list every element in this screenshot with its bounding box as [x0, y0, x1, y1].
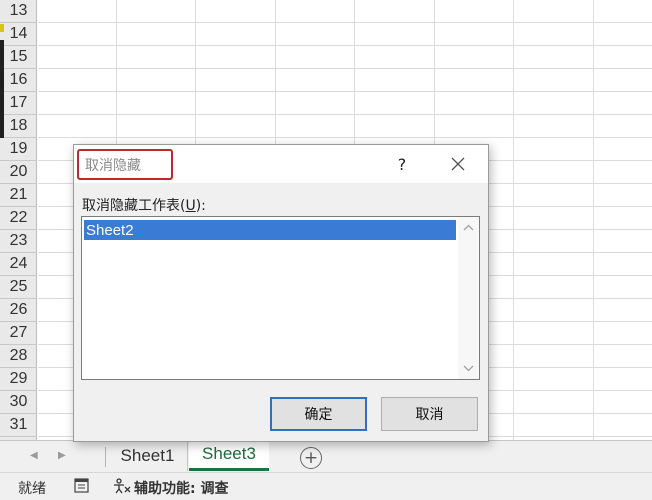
row-header-24[interactable]: 24 — [0, 253, 37, 276]
help-button[interactable]: ? — [392, 153, 412, 175]
status-ready: 就绪 — [18, 481, 46, 497]
row-header-26[interactable]: 26 — [0, 299, 37, 322]
row-header-21[interactable]: 21 — [0, 184, 37, 207]
row-header-15[interactable]: 15 — [0, 46, 37, 69]
accessibility-status[interactable]: 辅助功能: 调查 — [134, 478, 228, 498]
dialog-title: 取消隐藏 — [77, 149, 173, 180]
unhide-dialog: 取消隐藏 ? 取消隐藏工作表(U): Sheet2 确定 取消 — [73, 144, 489, 442]
tab-sheet1[interactable]: Sheet1 — [108, 441, 188, 471]
row-header-13[interactable]: 13 — [0, 0, 37, 23]
row-header-29[interactable]: 29 — [0, 368, 37, 391]
hidden-sheet-list[interactable]: Sheet2 — [81, 216, 480, 380]
cancel-button[interactable]: 取消 — [381, 397, 478, 431]
close-icon — [451, 157, 465, 171]
row-header-16[interactable]: 16 — [0, 69, 37, 92]
row-header-20[interactable]: 20 — [0, 161, 37, 184]
record-macro-icon[interactable] — [74, 478, 89, 493]
frozen-edge-marks — [0, 0, 4, 140]
tab-scroll-right-icon[interactable]: ▶ — [58, 450, 66, 461]
ok-button[interactable]: 确定 — [270, 397, 367, 431]
sheet-list-label: 取消隐藏工作表(U): — [82, 198, 206, 214]
scroll-down-icon[interactable] — [462, 363, 475, 373]
accessibility-icon[interactable] — [112, 478, 132, 494]
row-header-14[interactable]: 14 — [0, 23, 37, 46]
row-header-19[interactable]: 19 — [0, 138, 37, 161]
scroll-up-icon[interactable] — [462, 223, 475, 233]
list-scrollbar[interactable] — [458, 217, 479, 379]
list-item-sheet2[interactable]: Sheet2 — [84, 220, 456, 240]
row-header-22[interactable]: 22 — [0, 207, 37, 230]
plus-icon: + — [303, 447, 319, 468]
row-header-28[interactable]: 28 — [0, 345, 37, 368]
row-headers: 13 14 15 16 17 18 19 20 21 22 23 24 25 2… — [0, 0, 37, 440]
close-button[interactable] — [446, 153, 470, 175]
tab-sheet3[interactable]: Sheet3 — [189, 440, 269, 471]
row-header-25[interactable]: 25 — [0, 276, 37, 299]
row-header-30[interactable]: 30 — [0, 391, 37, 414]
add-sheet-button[interactable]: + — [300, 447, 322, 469]
sheet-tab-bar: ◀ ▶ Sheet1 Sheet3 + — [0, 440, 652, 472]
dialog-titlebar[interactable]: 取消隐藏 ? — [74, 145, 488, 183]
status-bar: 就绪 辅助功能: 调查 — [0, 472, 652, 500]
row-header-31[interactable]: 31 — [0, 414, 37, 437]
row-header-23[interactable]: 23 — [0, 230, 37, 253]
row-header-27[interactable]: 27 — [0, 322, 37, 345]
row-header-18[interactable]: 18 — [0, 115, 37, 138]
tab-scroll-left-icon[interactable]: ◀ — [30, 450, 38, 461]
row-header-17[interactable]: 17 — [0, 92, 37, 115]
tab-separator — [105, 447, 106, 467]
